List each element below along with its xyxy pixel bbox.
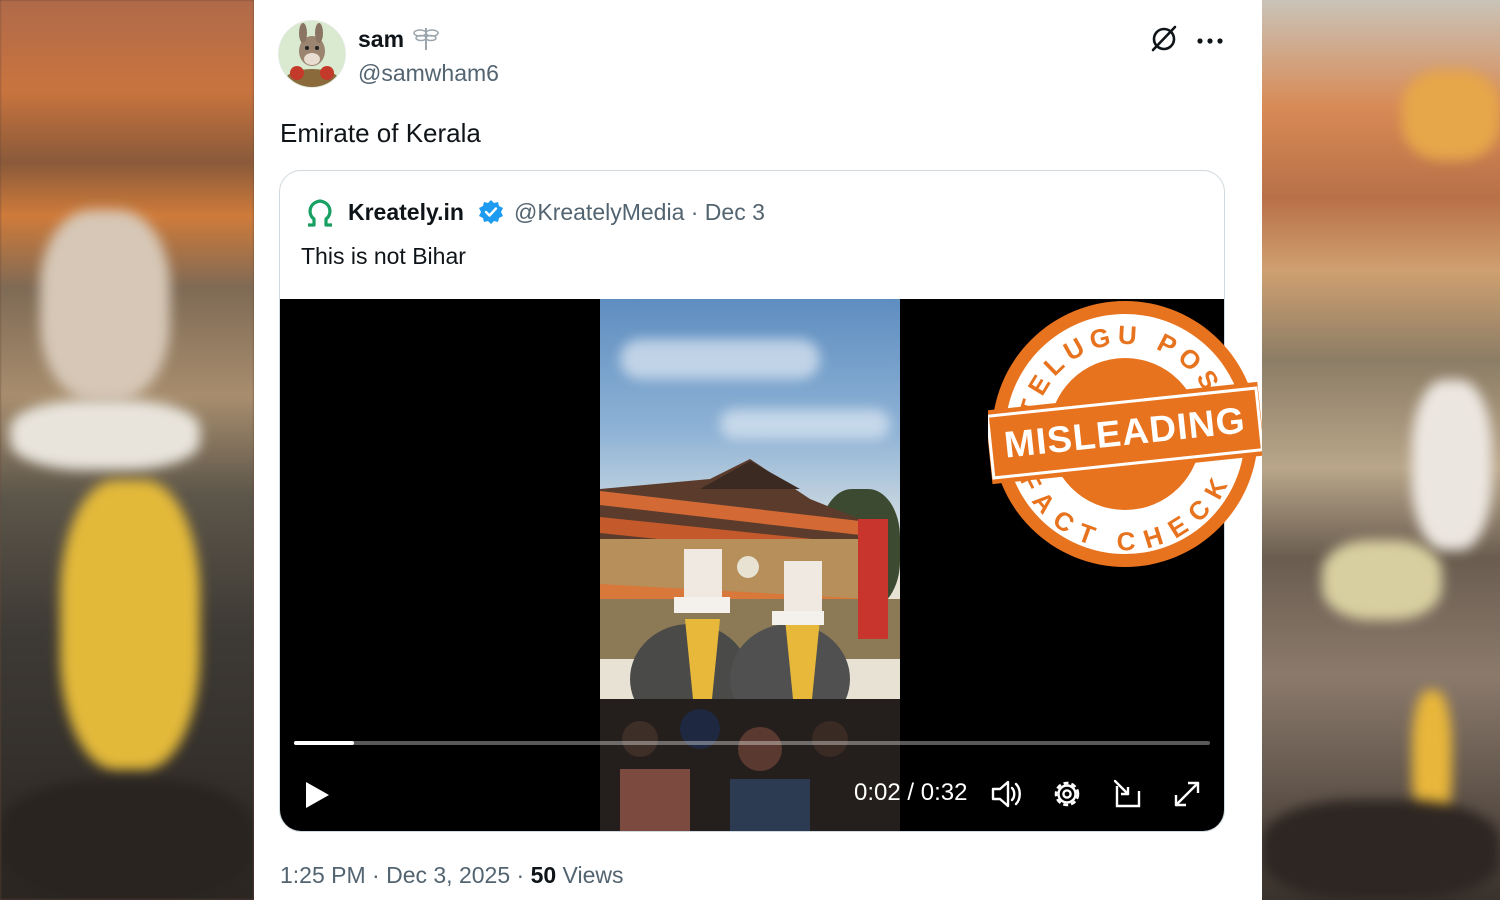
play-icon[interactable]: [302, 779, 332, 816]
quoted-handle-date[interactable]: @KreatelyMedia · Dec 3: [514, 199, 765, 226]
fact-check-graphic: sam @samwham6 Emirate of Kerala Kreately…: [0, 0, 1500, 900]
tweet-meta: 1:25 PM · Dec 3, 2025 · 50 Views: [280, 862, 624, 889]
video-progress-fill: [294, 741, 354, 745]
quoted-display-name[interactable]: Kreately.in: [348, 199, 464, 226]
quoted-text: This is not Bihar: [301, 243, 466, 269]
video-frame: [600, 299, 900, 831]
volume-icon[interactable]: [990, 777, 1024, 816]
misleading-stamp: TELUGU POST FACT CHECK MISLEADING: [984, 297, 1266, 571]
video-progress-bar[interactable]: [294, 741, 1210, 745]
tweet-timestamp[interactable]: 1:25 PM · Dec 3, 2025 ·: [280, 862, 531, 888]
more-icon[interactable]: [1196, 22, 1224, 53]
tweet-text: Emirate of Kerala: [280, 118, 481, 148]
settings-gear-icon[interactable]: [1050, 777, 1084, 816]
donkey-avatar-icon: [279, 21, 345, 87]
avatar[interactable]: [278, 20, 346, 88]
user-handle[interactable]: @samwham6: [358, 60, 499, 87]
blurred-background-left: [0, 0, 254, 900]
grok-icon[interactable]: [1148, 22, 1180, 54]
blurred-background-right: [1262, 0, 1500, 900]
dragonfly-icon: [412, 24, 440, 58]
verified-badge-icon: [478, 199, 504, 225]
views-count: 50: [530, 862, 557, 888]
video-time: 0:02 / 0:32: [854, 779, 968, 806]
fullscreen-icon[interactable]: [1170, 777, 1204, 816]
views-label: Views: [556, 862, 624, 888]
display-name[interactable]: sam: [358, 26, 404, 53]
kreately-logo-icon: [304, 195, 336, 229]
pip-icon[interactable]: [1110, 777, 1144, 816]
